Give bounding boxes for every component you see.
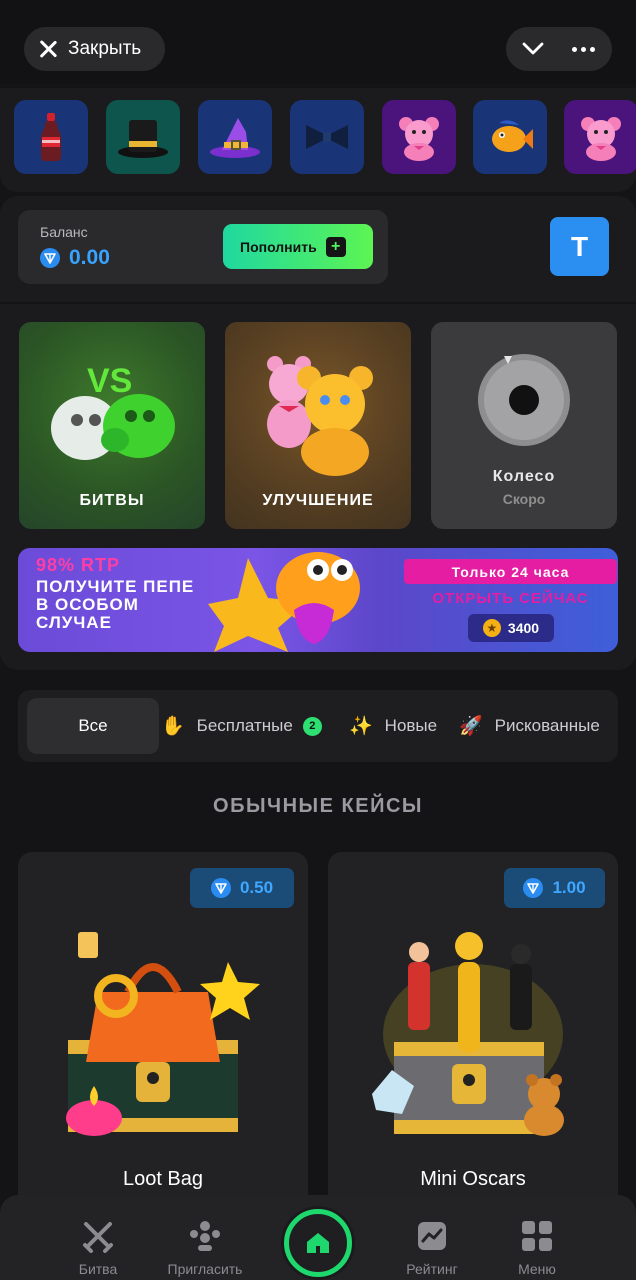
balance-card: Баланс 0.00 Пополнить + [18, 210, 388, 284]
balance-section: Баланс 0.00 Пополнить + T [0, 196, 636, 302]
promo-banner[interactable]: 98% RTP ПОЛУЧИТЕ ПЕПЕ В ОСОБОМ СЛУЧАЕ То… [18, 548, 618, 652]
plus-icon: + [325, 236, 346, 257]
star-icon: ★ [482, 619, 501, 637]
nav-rating-label: Рейтинг [406, 1261, 458, 1277]
avatar[interactable]: T [550, 217, 609, 276]
nav-invite-label: Пригласить [167, 1261, 243, 1277]
promo-text: ПОЛУЧИТЕ ПЕПЕ В ОСОБОМ СЛУЧАЕ [36, 577, 195, 632]
rocket-icon: 🚀 [459, 716, 483, 737]
mode-upgrade-card[interactable]: УЛУЧШЕНИЕ [225, 322, 411, 529]
rating-chart-icon [418, 1222, 446, 1250]
nav-menu-label: Меню [518, 1261, 556, 1277]
free-count-badge: 2 [302, 716, 322, 736]
filter-tabs: Все ✋ Бесплатные 2 ✨ Новые 🚀 Рискованные [18, 690, 618, 762]
tab-free[interactable]: ✋ Бесплатные 2 [161, 698, 322, 754]
gift-fish-icon[interactable] [473, 100, 547, 174]
top-bar: Закрыть [0, 0, 636, 84]
gift-carousel[interactable] [0, 88, 636, 192]
window-controls [506, 27, 612, 71]
loot-bag-chest-icon [66, 932, 260, 1136]
ton-icon [210, 878, 231, 898]
gift-bow-tie-icon[interactable] [290, 100, 364, 174]
chevron-down-icon[interactable] [520, 35, 546, 61]
nav-battle-label: Битва [78, 1261, 118, 1277]
case-price: 0.50 [239, 878, 274, 897]
gift-soda-bottle-icon[interactable] [14, 100, 88, 174]
promo-price: 3400 [507, 620, 540, 636]
mode-wheel-subtitle: Скоро [502, 491, 546, 507]
close-button[interactable]: Закрыть [24, 27, 165, 71]
tab-all[interactable]: Все [27, 698, 159, 754]
nav-invite[interactable]: Пригласить [160, 1219, 250, 1277]
section-title: ОБЫЧНЫЕ КЕЙСЫ [213, 795, 423, 817]
promo-time-badge: Только 24 часа [404, 559, 617, 584]
tab-new-label: Новые [384, 716, 438, 735]
case-price: 1.00 [552, 878, 586, 897]
topup-label: Пополнить [240, 238, 317, 255]
mini-oscars-chest-icon [372, 932, 564, 1136]
pepe-star-icon [208, 552, 360, 652]
wheel-icon [478, 354, 570, 446]
tab-new[interactable]: ✨ Новые [349, 698, 437, 754]
case-price-tag: 1.00 [504, 868, 605, 908]
more-icon[interactable] [572, 40, 598, 58]
bear-upgrade-icon [267, 356, 373, 476]
hand-icon: ✋ [161, 716, 185, 737]
swords-icon [83, 1222, 113, 1253]
promo-price-button[interactable]: ★ 3400 [468, 614, 554, 642]
case-price-tag: 0.50 [190, 868, 294, 908]
case-name: Mini Oscars [420, 1168, 526, 1190]
close-icon [38, 39, 58, 59]
tab-free-label: Бесплатные [196, 716, 293, 735]
balance-amount: 0.00 [69, 246, 110, 269]
nav-rating[interactable]: Рейтинг [387, 1219, 477, 1277]
sparkles-icon: ✨ [349, 716, 373, 737]
bottom-nav: Битва Пригласить Рейтинг Меню [0, 1195, 636, 1280]
grid-menu-icon [522, 1221, 552, 1251]
tab-risky[interactable]: 🚀 Рискованные [459, 698, 600, 754]
home-icon [307, 1233, 329, 1253]
nav-menu[interactable]: Меню [492, 1219, 582, 1277]
svg-text:VS: VS [87, 362, 132, 400]
mode-wheel-title: Колесо [492, 468, 556, 485]
gift-pink-bear-icon[interactable] [382, 100, 456, 174]
ton-icon [523, 878, 544, 898]
friends-icon [190, 1221, 220, 1251]
pepe-battle-icon: VS [51, 362, 175, 460]
gift-witch-hat-icon[interactable] [198, 100, 272, 174]
gift-top-hat-icon[interactable] [106, 100, 180, 174]
topup-button[interactable]: Пополнить + [223, 224, 373, 269]
close-label: Закрыть [68, 38, 142, 59]
nav-battle[interactable]: Битва [53, 1219, 143, 1277]
mode-upgrade-title: УЛУЧШЕНИЕ [262, 492, 374, 509]
tab-risky-label: Рискованные [494, 716, 600, 735]
case-name: Loot Bag [122, 1168, 204, 1190]
modes-section: VS БИТВЫ УЛУЧШЕНИЕ Колесо Скоро 98% RTP … [0, 304, 636, 670]
promo-open-label: ОТКРЫТЬ СЕЙЧАС [432, 590, 589, 607]
mode-battles-title: БИТВЫ [79, 492, 145, 509]
gift-pink-bear-icon[interactable] [564, 100, 636, 174]
ton-icon [40, 248, 60, 268]
mode-battles-card[interactable]: VS БИТВЫ [19, 322, 205, 529]
case-card-mini-oscars[interactable]: 1.00 Mini Oscars [328, 852, 618, 1212]
tab-all-label: Все [78, 716, 108, 735]
home-button[interactable] [284, 1209, 352, 1277]
case-card-loot-bag[interactable]: 0.50 Loot Bag [18, 852, 308, 1212]
mode-wheel-card[interactable]: Колесо Скоро [431, 322, 617, 529]
balance-label: Баланс [40, 224, 88, 240]
balance-value: 0.00 [40, 246, 110, 270]
promo-rtp: 98% RTP [36, 555, 121, 575]
